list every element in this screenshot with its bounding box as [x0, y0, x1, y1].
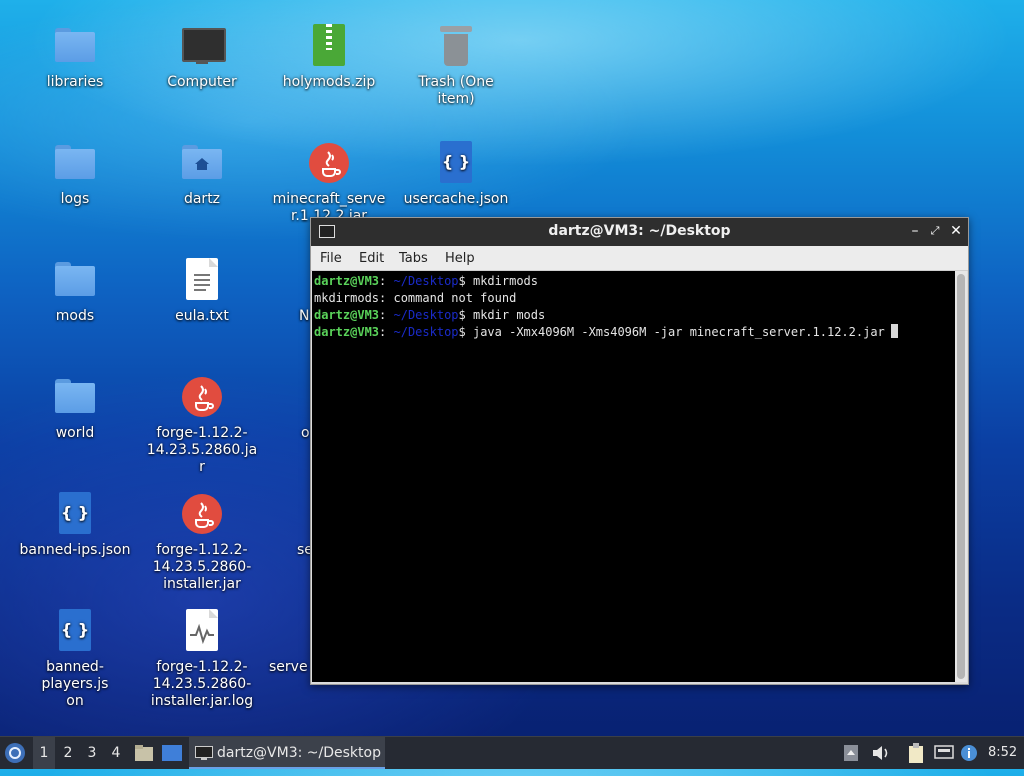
desktop-icon-label: world: [55, 425, 95, 441]
desktop-icon-label: usercache.json: [403, 191, 509, 207]
desktop-icon-label: logs: [60, 191, 90, 207]
menu-bar: File Edit Tabs Help: [311, 246, 968, 271]
terminal-line: dartz@VM3: ~/Desktop$ java -Xmx4096M -Xm…: [314, 324, 898, 341]
desktop-icon-mods[interactable]: mods: [15, 256, 135, 325]
terminal-window[interactable]: dartz@VM3: ~/Desktop – ⤢ ✕ File Edit Tab…: [310, 217, 969, 685]
window-title: dartz@VM3: ~/Desktop: [548, 223, 731, 239]
desktop-icon-label: Trash (One item): [418, 74, 494, 107]
desktop-icon-label: dartz: [183, 191, 221, 207]
menu-edit[interactable]: Edit: [359, 251, 384, 266]
terminal-line: dartz@VM3: ~/Desktop$ mkdir mods: [314, 308, 546, 322]
folder-icon: [51, 256, 99, 304]
taskbar-item-label: dartz@VM3: ~/Desktop: [217, 745, 381, 761]
text-file-icon: [178, 256, 226, 304]
desktop-icon-label: eula.txt: [175, 308, 229, 324]
terminal-line: dartz@VM3: ~/Desktop$ mkdirmods: [314, 274, 538, 288]
trash-icon: [432, 22, 480, 70]
workspace-4[interactable]: 4: [105, 737, 127, 769]
desktop-icon-banned-players[interactable]: { } banned-players.json: [15, 607, 135, 710]
scrollbar-thumb[interactable]: [957, 274, 965, 679]
desktop-icon-eula[interactable]: eula.txt: [142, 256, 262, 325]
computer-icon: [178, 22, 226, 70]
zip-file-icon: [305, 22, 353, 70]
folder-icon: [51, 139, 99, 187]
folder-icon: [51, 22, 99, 70]
java-icon: [305, 139, 353, 187]
workspace-2[interactable]: 2: [57, 737, 79, 769]
start-menu-icon: [5, 743, 25, 763]
desktop-icon: [162, 745, 182, 761]
java-icon: [178, 490, 226, 538]
workspace-3[interactable]: 3: [81, 737, 103, 769]
volume-icon[interactable]: [872, 737, 890, 769]
desktop-icon-label: banned-players.json: [41, 659, 109, 709]
maximize-button[interactable]: ⤢: [926, 222, 944, 240]
terminal-cursor: [890, 324, 898, 338]
close-button[interactable]: ✕: [947, 222, 965, 240]
menu-file[interactable]: File: [320, 251, 342, 266]
desktop-icon-forge-jar[interactable]: forge-1.12.2-14.23.5.2860.jar: [142, 373, 262, 476]
terminal-output[interactable]: dartz@VM3: ~/Desktop$ mkdirmods mkdirmod…: [312, 271, 955, 682]
desktop-icon-libraries[interactable]: libraries: [15, 22, 135, 91]
menu-tabs[interactable]: Tabs: [399, 251, 428, 266]
folder-icon: [51, 373, 99, 421]
desktop-icon-forge-installer-log[interactable]: forge-1.12.2-14.23.5.2860-installer.jar.…: [142, 607, 262, 710]
desktop-icon-logs[interactable]: logs: [15, 139, 135, 208]
taskbar-item-terminal[interactable]: dartz@VM3: ~/Desktop: [189, 737, 385, 769]
start-menu-button[interactable]: [4, 737, 30, 769]
window-titlebar[interactable]: dartz@VM3: ~/Desktop – ⤢ ✕: [311, 218, 968, 246]
scrollbar[interactable]: [955, 271, 967, 682]
desktop-icon-label: holymods.zip: [282, 74, 376, 90]
desktop-icon-dartz[interactable]: dartz: [142, 139, 262, 208]
desktop-icon-label: forge-1.12.2-14.23.5.2860-installer.jar: [152, 542, 252, 592]
clipboard-icon[interactable]: [908, 737, 926, 769]
file-manager-icon: [135, 745, 153, 761]
desktop-icon-banned-ips[interactable]: { } banned-ips.json: [15, 490, 135, 559]
menu-help[interactable]: Help: [445, 251, 475, 266]
json-file-icon: { }: [432, 139, 480, 187]
clock[interactable]: 8:52: [988, 737, 1022, 769]
java-icon: [178, 373, 226, 421]
desktop-icon-holymods-zip[interactable]: holymods.zip: [269, 22, 389, 91]
desktop-icon-label: libraries: [46, 74, 104, 90]
network-icon[interactable]: [934, 737, 956, 769]
desktop-icon-label: mods: [55, 308, 95, 324]
terminal-icon: [195, 746, 213, 760]
minimize-button[interactable]: –: [906, 222, 924, 240]
desktop-icon-trash[interactable]: Trash (One item): [396, 22, 516, 108]
desktop-icon-label: forge-1.12.2-14.23.5.2860-installer.jar.…: [150, 659, 254, 709]
file-manager-launcher[interactable]: [134, 737, 154, 769]
log-file-icon: [178, 607, 226, 655]
taskbar: 1 2 3 4 dartz@VM3: ~/Desktop 8:52: [0, 736, 1024, 769]
desktop-icon-forge-installer[interactable]: forge-1.12.2-14.23.5.2860-installer.jar: [142, 490, 262, 593]
show-desktop-button[interactable]: [162, 737, 184, 769]
home-folder-icon: [178, 139, 226, 187]
json-file-icon: { }: [51, 607, 99, 655]
desktop-icon-world[interactable]: world: [15, 373, 135, 442]
desktop-icon-label: Computer: [167, 74, 237, 90]
notification-icon[interactable]: [960, 737, 980, 769]
workspace-1[interactable]: 1: [33, 737, 55, 769]
desktop-icon-minecraft-server-jar[interactable]: minecraft_server.1.12.2.jar: [269, 139, 389, 225]
tray-arrow-icon[interactable]: [844, 737, 860, 769]
json-file-icon: { }: [51, 490, 99, 538]
desktop-icon-computer[interactable]: Computer: [142, 22, 262, 91]
desktop-icon-label: banned-ips.json: [19, 542, 131, 558]
desktop-icon-label: forge-1.12.2-14.23.5.2860.jar: [146, 425, 258, 475]
terminal-line: mkdirmods: command not found: [314, 291, 517, 305]
desktop-icon-usercache[interactable]: { } usercache.json: [396, 139, 516, 208]
